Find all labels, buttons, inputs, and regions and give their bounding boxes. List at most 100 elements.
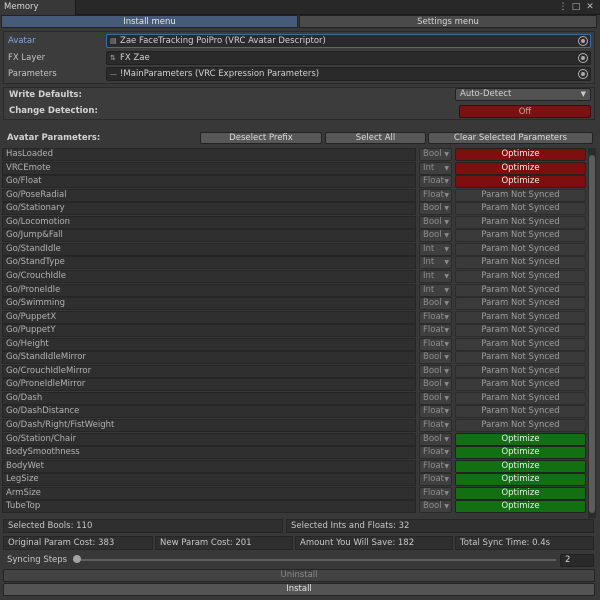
parameter-name-field[interactable]: Go/StandIdle <box>2 242 416 256</box>
parameters-field[interactable]: — !MainParameters (VRC Expression Paramet… <box>106 67 591 81</box>
animator-controller-icon: ⇅ <box>110 54 116 62</box>
parameter-type-dropdown[interactable]: Bool ▼ <box>419 391 452 405</box>
parameter-name-field[interactable]: Go/PuppetY <box>2 324 416 338</box>
parameter-name-field[interactable]: VRCEmote <box>2 161 416 175</box>
avatar-field[interactable]: ▤ Zae FaceTracking PoiPro (VRC Avatar Des… <box>106 34 591 48</box>
parameter-type-label: Bool <box>423 149 442 159</box>
parameter-type-dropdown[interactable]: Float ▼ <box>419 473 452 487</box>
parameter-name-field[interactable]: BodySmoothness <box>2 446 416 460</box>
parameter-type-dropdown[interactable]: Float ▼ <box>419 405 452 419</box>
parameter-name-field[interactable]: Go/Height <box>2 337 416 351</box>
parameter-name-field[interactable]: Go/Jump&Fall <box>2 229 416 243</box>
parameter-type-dropdown[interactable]: Float ▼ <box>419 486 452 500</box>
parameter-type-dropdown[interactable]: Int ▼ <box>419 256 452 270</box>
object-picker-icon[interactable] <box>578 36 588 46</box>
parameter-name-field[interactable]: Go/Swimming <box>2 297 416 311</box>
parameter-name-field[interactable]: Go/StandType <box>2 256 416 270</box>
parameter-type-dropdown[interactable]: Bool ▼ <box>419 229 452 243</box>
parameter-optimize-button[interactable]: Optimize <box>455 486 586 500</box>
parameter-type-label: Bool <box>423 365 442 376</box>
parameter-type-dropdown[interactable]: Bool ▼ <box>419 351 452 365</box>
deselect-prefix-button[interactable]: Deselect Prefix <box>200 132 322 144</box>
parameter-type-label: Bool <box>423 379 442 390</box>
parameter-name-field[interactable]: Go/CrouchIdleMirror <box>2 364 416 378</box>
parameter-row: TubeTop Bool ▼ Optimize <box>2 500 586 514</box>
change-detection-toggle[interactable]: Off <box>459 105 591 118</box>
parameter-name-field[interactable]: ArmSize <box>2 486 416 500</box>
parameter-optimize-button: Param Not Synced <box>455 378 586 392</box>
parameter-type-dropdown[interactable]: Bool ▼ <box>419 378 452 392</box>
menu-dots-icon[interactable]: ⋮ <box>557 1 569 13</box>
parameter-type-dropdown[interactable]: Float ▼ <box>419 175 452 189</box>
parameter-optimize-button[interactable]: Optimize <box>455 500 586 514</box>
parameter-type-dropdown[interactable]: Int ▼ <box>419 242 452 256</box>
parameter-optimize-button[interactable]: Optimize <box>455 473 586 487</box>
parameter-name-field[interactable]: Go/PuppetX <box>2 310 416 324</box>
parameter-type-dropdown[interactable]: Bool ▼ <box>419 432 452 446</box>
parameter-type-dropdown[interactable]: Int ▼ <box>419 283 452 297</box>
parameter-name-field[interactable]: Go/Locomotion <box>2 215 416 229</box>
syncing-steps-input[interactable]: 2 <box>560 554 594 567</box>
parameter-type-dropdown[interactable]: Float ▼ <box>419 459 452 473</box>
object-picker-icon[interactable] <box>578 53 588 63</box>
parameter-type-dropdown[interactable]: Bool ▼ <box>419 148 452 161</box>
original-param-cost-stat: Original Param Cost: 383 <box>3 536 153 550</box>
parameter-row: Go/StandIdle Int ▼ Param Not Synced <box>2 242 586 256</box>
tab-settings-menu[interactable]: Settings menu <box>299 15 597 28</box>
parameter-name-field[interactable]: Go/StandIdleMirror <box>2 351 416 365</box>
parameter-name-field[interactable]: HasLoaded <box>2 148 416 161</box>
parameter-type-dropdown[interactable]: Bool ▼ <box>419 297 452 311</box>
parameter-optimize-button[interactable]: Optimize <box>455 175 586 189</box>
parameter-type-dropdown[interactable]: Bool ▼ <box>419 500 452 514</box>
parameter-name-field[interactable]: Go/ProneIdleMirror <box>2 378 416 392</box>
slider-knob[interactable] <box>73 555 81 563</box>
parameter-name-field[interactable]: Go/Station/Chair <box>2 432 416 446</box>
select-all-button[interactable]: Select All <box>325 132 426 144</box>
parameter-type-dropdown[interactable]: Float ▼ <box>419 324 452 338</box>
parameter-row: Go/Height Float ▼ Param Not Synced <box>2 337 586 351</box>
parameter-optimize-button[interactable]: Optimize <box>455 432 586 446</box>
avatar-descriptor-icon: ▤ <box>110 37 117 45</box>
parameter-optimize-button[interactable]: Optimize <box>455 459 586 473</box>
parameter-type-dropdown[interactable]: Bool ▼ <box>419 202 452 216</box>
maximize-icon[interactable]: □ <box>570 1 582 13</box>
parameter-type-label: Float <box>423 189 444 200</box>
parameter-type-dropdown[interactable]: Float ▼ <box>419 188 452 202</box>
close-icon[interactable]: ✕ <box>584 1 596 13</box>
parameter-name-field[interactable]: Go/PoseRadial <box>2 188 416 202</box>
parameter-name-field[interactable]: Go/Dash/Right/FistWeight <box>2 419 416 432</box>
parameter-name-field[interactable]: Go/Float <box>2 175 416 189</box>
parameter-type-dropdown[interactable]: Bool ▼ <box>419 364 452 378</box>
parameter-type-dropdown[interactable]: Bool ▼ <box>419 215 452 229</box>
parameter-name-field[interactable]: Go/DashDistance <box>2 405 416 419</box>
install-button[interactable]: Install <box>3 583 595 596</box>
parameter-type-dropdown[interactable]: Int ▼ <box>419 269 452 283</box>
parameter-name-field[interactable]: BodyWet <box>2 459 416 473</box>
scrollbar-thumb[interactable] <box>589 155 595 513</box>
tab-install-menu[interactable]: Install menu <box>1 15 298 28</box>
parameter-type-dropdown[interactable]: Int ▼ <box>419 161 452 175</box>
parameter-type-dropdown[interactable]: Float ▼ <box>419 419 452 432</box>
parameter-name-field[interactable]: Go/ProneIdle <box>2 283 416 297</box>
syncing-steps-slider[interactable] <box>73 559 556 561</box>
parameter-type-label: Float <box>423 325 444 336</box>
parameter-optimize-button[interactable]: Optimize <box>455 446 586 460</box>
uninstall-button[interactable]: Uninstall <box>3 569 595 582</box>
parameter-name-field[interactable]: Go/Stationary <box>2 202 416 216</box>
parameter-name-field[interactable]: TubeTop <box>2 500 416 514</box>
parameter-type-dropdown[interactable]: Float ▼ <box>419 310 452 324</box>
object-picker-icon[interactable] <box>578 69 588 79</box>
parameter-name-field[interactable]: Go/CrouchIdle <box>2 269 416 283</box>
parameter-optimize-button[interactable]: Optimize <box>455 161 586 175</box>
chevron-down-icon: ▼ <box>444 340 449 348</box>
clear-selected-parameters-button[interactable]: Clear Selected Parameters <box>428 132 593 144</box>
parameter-name-field[interactable]: Go/Dash <box>2 391 416 405</box>
parameter-name-field[interactable]: LegSize <box>2 473 416 487</box>
parameter-type-dropdown[interactable]: Float ▼ <box>419 446 452 460</box>
parameter-type-dropdown[interactable]: Float ▼ <box>419 337 452 351</box>
write-defaults-dropdown[interactable]: Auto-Detect ▼ <box>455 88 591 101</box>
window-title-tab[interactable]: Memory Optimizer <box>0 0 76 27</box>
parameter-optimize-button[interactable]: Optimize <box>455 148 586 161</box>
fx-layer-field[interactable]: ⇅ FX Zae <box>106 51 591 65</box>
chevron-down-icon: ▼ <box>444 300 449 308</box>
